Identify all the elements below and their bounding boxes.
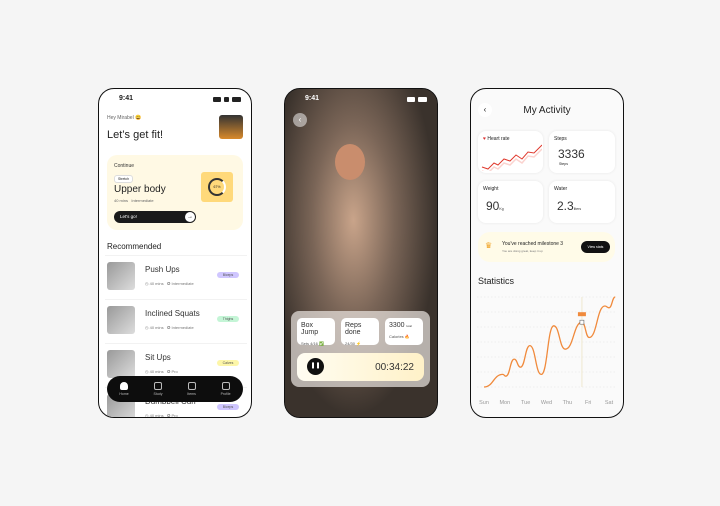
tag-badge: Calves (217, 360, 239, 366)
list-item[interactable]: Inclined Squats ◷ 40 mins ✪ Intermediate… (105, 299, 247, 341)
x-tick-label: Thu (563, 400, 572, 406)
list-item[interactable]: Push Ups ◷ 40 mins ✪ Intermediate Biceps (105, 255, 247, 297)
milestone-banner: ♛ You've reached milestone 3 You are doi… (478, 232, 615, 262)
exercise-thumbnail (107, 306, 135, 334)
arrow-right-icon: → (185, 212, 195, 222)
tag: Stretch (114, 175, 134, 183)
lets-go-button[interactable]: Let's go! → (114, 211, 196, 223)
workout-panel: Box Jump Sets 4/16 ✅ Reps done 24/30 ⚡ 3300 … (291, 311, 430, 387)
view-stats-button[interactable]: View stats (581, 241, 610, 253)
workout-stat: Box Jump Sets 4/16 ✅ (297, 318, 335, 346)
heart-rate-sparkline (481, 144, 542, 171)
trophy-icon: ♛ (485, 241, 493, 250)
x-tick-label: Fri (585, 400, 591, 406)
nav-item-home[interactable]: Home (119, 382, 129, 396)
timer-bar: ❚❚ 00:34:22 (297, 353, 424, 381)
nav-item-study[interactable]: Study (154, 382, 162, 396)
activity-screen: ‹ My Activity ♥ Heart rate Steps 3336 St… (470, 88, 624, 418)
back-button[interactable]: ‹ (293, 113, 307, 127)
water-card[interactable]: Water 2.3liters (549, 181, 615, 223)
workout-stat: 3300 kcal Calories 🔥 (385, 318, 423, 345)
level-icon: ✪ (166, 281, 171, 286)
weight-card[interactable]: Weight 90Kg (478, 181, 543, 223)
calendar-icon (154, 382, 162, 390)
x-tick-label: Tue (521, 400, 530, 406)
tag-badge: Thighs (217, 316, 239, 322)
series-line (483, 296, 616, 388)
highlight-point[interactable] (579, 319, 585, 325)
nav-item-profile[interactable]: Profile (221, 382, 231, 396)
exercise-thumbnail (107, 350, 135, 378)
x-tick-label: Mon (499, 400, 510, 406)
section-title: Recommended (107, 242, 162, 251)
tag-badge: Biceps (217, 272, 239, 278)
clock-icon: ◷ (145, 325, 149, 330)
steps-card[interactable]: Steps 3336 Steps (549, 131, 615, 173)
level-icon: ✪ (166, 325, 171, 330)
dots-icon (187, 382, 196, 390)
tooltip (577, 312, 586, 317)
clock-icon: ◷ (145, 369, 149, 374)
clock-icon: ◷ (145, 413, 149, 418)
page-title: Let’s get fit! (107, 129, 164, 141)
bottom-nav: Home Study Items Profile (107, 376, 243, 402)
home-screen: 9:41 Hey Mirabel 😄 Let’s get fit! Contin… (98, 88, 252, 418)
x-tick-label: Sat (605, 400, 614, 406)
user-icon (221, 382, 230, 390)
home-icon (120, 382, 129, 390)
x-tick-label: Wed (541, 400, 552, 406)
workout-name: Upper body (114, 184, 166, 195)
heart-icon: ♥ (483, 136, 486, 142)
x-tick-label: Sun (479, 400, 489, 406)
exercise-thumbnail (107, 262, 135, 290)
greeting: Hey Mirabel 😄 (107, 115, 142, 121)
heart-rate-card[interactable]: ♥ Heart rate (478, 131, 543, 173)
level-icon: ✪ (166, 369, 171, 374)
workout-stat: Reps done 24/30 ⚡ (341, 318, 379, 346)
pause-button[interactable]: ❚❚ (307, 358, 324, 375)
tag-badge: Biceps (217, 404, 239, 410)
nav-item-items[interactable]: Items (187, 382, 196, 396)
timer: 00:34:22 (375, 362, 414, 373)
workout-screen: 9:41 ‹ Box Jump Sets 4/16 ✅ Reps done 24/30… (284, 88, 438, 418)
page-title: My Activity (523, 105, 571, 116)
section-title: Statistics (478, 276, 515, 286)
statistics-chart: Sun Mon Tue Wed Thu Fri Sat (477, 296, 617, 406)
continue-card[interactable]: Continue Stretch Upper body 40 mins Inte… (107, 155, 243, 230)
clock-icon: ◷ (145, 281, 149, 286)
progress-ring: 67% (201, 172, 233, 202)
level-icon: ✪ (166, 413, 171, 418)
avatar[interactable] (219, 115, 243, 139)
